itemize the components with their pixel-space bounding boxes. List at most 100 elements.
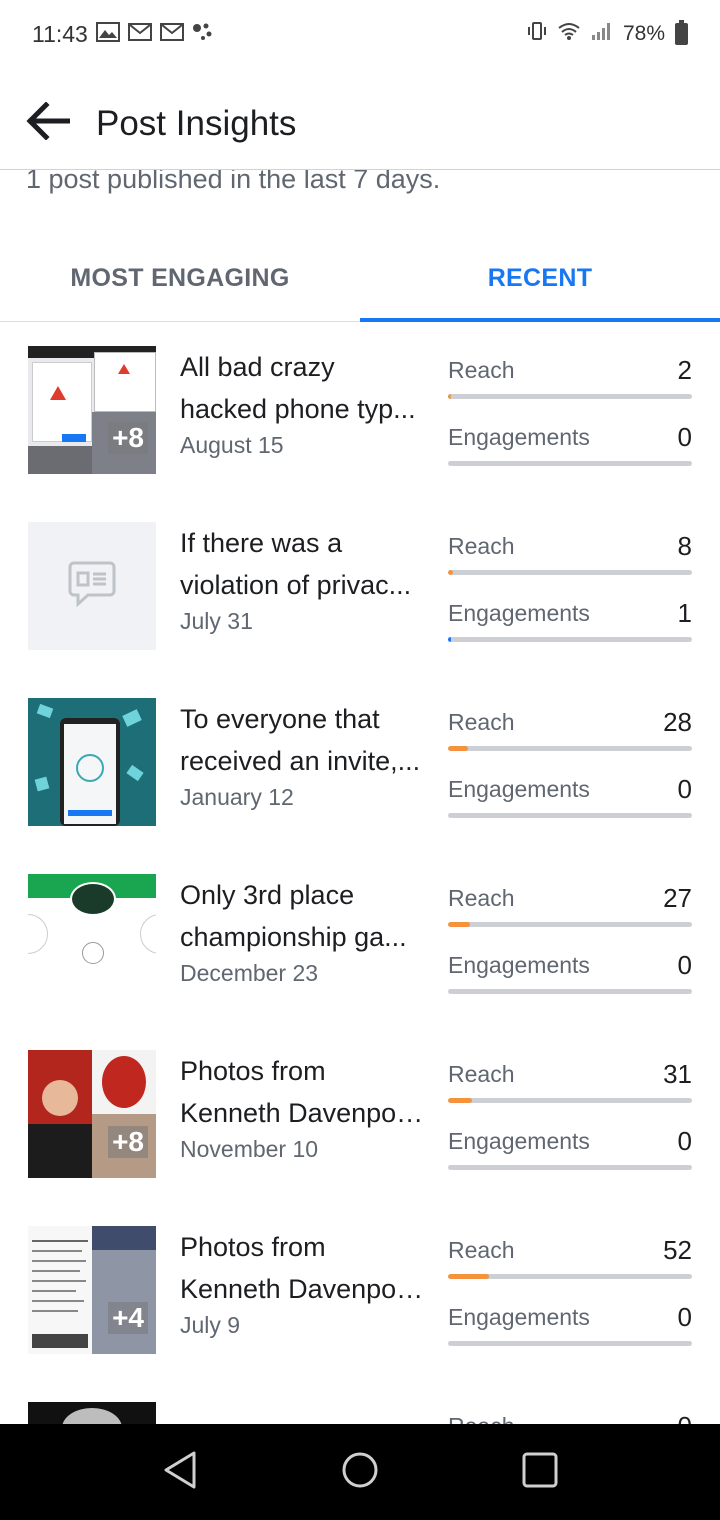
reach-label: Reach (448, 356, 515, 383)
post-date: August 15 (180, 432, 284, 458)
reach-bar (448, 570, 692, 575)
assistant-icon (192, 21, 214, 48)
reach-bar (448, 922, 692, 927)
post-title: Only 3rd place championship ga... (180, 874, 425, 958)
reach-value: 27 (663, 882, 692, 913)
nav-back-button[interactable] (150, 1442, 210, 1502)
reach-bar-fill (448, 1274, 490, 1279)
engagements-bar (448, 989, 692, 994)
more-photos-badge: +8 (108, 422, 148, 454)
post-title: To everyone that received an invite,... (180, 698, 425, 782)
gallery-icon (95, 21, 120, 48)
tab-bar: MOST ENGAGING RECENT (0, 236, 720, 322)
post-thumbnail (28, 698, 156, 826)
engagements-bar (448, 813, 692, 818)
engagements-bar (448, 637, 692, 642)
tab-most-engaging[interactable]: MOST ENGAGING (0, 236, 360, 321)
post-title (180, 1402, 425, 1424)
engagements-label: Engagements (448, 599, 590, 626)
post-title-line: violation of privac... (180, 570, 412, 600)
reach-value: 31 (663, 1058, 692, 1089)
post-row[interactable]: Only 3rd place championship ga... Decemb… (0, 850, 720, 1026)
reach-bar (448, 746, 692, 751)
post-title-line: If there was a (180, 528, 343, 558)
engagements-label: Engagements (448, 951, 590, 978)
post-title-line: Kenneth Davenpor... (180, 1098, 425, 1128)
post-title-line: Photos from (180, 1056, 326, 1086)
post-row[interactable]: +8 All bad crazy hacked phone typ... Aug… (0, 322, 720, 498)
post-thumbnail: +4 (28, 1226, 156, 1354)
engagements-bar (448, 1341, 692, 1346)
more-photos-badge: +4 (108, 1302, 148, 1334)
post-row[interactable]: Reach 0 (0, 1378, 720, 1424)
circle-home-icon (340, 1450, 380, 1495)
wifi-icon (557, 21, 581, 47)
reach-bar (448, 1098, 692, 1103)
post-title-line: All bad crazy (180, 352, 335, 382)
tab-recent[interactable]: RECENT (360, 236, 720, 322)
engagements-label: Engagements (448, 423, 590, 450)
post-metrics: Reach 0 (448, 1406, 692, 1425)
reach-value: 2 (677, 354, 692, 385)
gmail-icon (127, 21, 152, 48)
post-row[interactable]: +4 Photos from Kenneth Davenpor... July … (0, 1202, 720, 1378)
post-thumbnail (28, 1402, 156, 1424)
status-time: 11:43 (32, 20, 88, 47)
post-thumbnail: +8 (28, 346, 156, 474)
vibrate-icon (527, 21, 547, 47)
reach-label: Reach (448, 532, 515, 559)
status-bar: 11:43 78% (0, 0, 720, 68)
reach-bar-fill (448, 922, 470, 927)
engagements-value: 0 (677, 949, 692, 980)
post-title-line: hacked phone typ... (180, 394, 416, 424)
battery-icon (675, 20, 688, 45)
reach-bar (448, 394, 692, 399)
post-metrics: Reach 28 Engagements 0 (448, 702, 692, 836)
engagements-label: Engagements (448, 1303, 590, 1330)
post-row[interactable]: If there was a violation of privac... Ju… (0, 498, 720, 674)
text-post-icon (68, 561, 116, 612)
post-date: July 31 (180, 608, 253, 634)
engagements-value: 0 (677, 1125, 692, 1156)
post-title: All bad crazy hacked phone typ... (180, 346, 425, 430)
reach-value: 0 (678, 1411, 692, 1425)
post-title: If there was a violation of privac... (180, 522, 425, 606)
post-title-line: Photos from (180, 1232, 326, 1262)
post-row[interactable]: To everyone that received an invite,... … (0, 674, 720, 850)
reach-label: Reach (448, 1060, 515, 1087)
engagements-value: 0 (677, 421, 692, 452)
reach-label: Reach (448, 1413, 514, 1425)
post-thumbnail (28, 874, 156, 1002)
reach-label: Reach (448, 708, 515, 735)
engagements-label: Engagements (448, 775, 590, 802)
post-title: Photos from Kenneth Davenpor... (180, 1226, 425, 1310)
post-thumbnail (28, 522, 156, 650)
battery-percent: 78% (622, 22, 665, 45)
nav-home-button[interactable] (330, 1442, 390, 1502)
nav-recents-button[interactable] (510, 1442, 570, 1502)
square-recents-icon (521, 1451, 559, 1494)
post-metrics: Reach 52 Engagements 0 (448, 1230, 692, 1364)
post-title: Photos from Kenneth Davenpor... (180, 1050, 425, 1134)
reach-value: 8 (677, 530, 692, 561)
app-bar: Post Insights (0, 78, 720, 170)
triangle-back-icon (162, 1450, 198, 1495)
reach-bar-fill (448, 570, 453, 575)
post-metrics: Reach 27 Engagements 0 (448, 878, 692, 1012)
post-metrics: Reach 2 Engagements 0 (448, 350, 692, 484)
post-metrics: Reach 31 Engagements 0 (448, 1054, 692, 1188)
engagements-value: 0 (677, 1301, 692, 1332)
reach-bar (448, 1274, 692, 1279)
arrow-left-icon (26, 101, 71, 145)
post-metrics: Reach 8 Engagements 1 (448, 526, 692, 660)
post-row[interactable]: +8 Photos from Kenneth Davenpor... Novem… (0, 1026, 720, 1202)
post-title-line: championship ga... (180, 922, 407, 952)
engagements-value: 0 (677, 773, 692, 804)
reach-label: Reach (448, 1236, 515, 1263)
engagements-bar (448, 461, 692, 466)
engagements-bar-fill (448, 637, 451, 642)
back-button[interactable] (0, 78, 96, 170)
post-title-line: Only 3rd place (180, 880, 355, 910)
signal-icon (591, 21, 613, 47)
reach-label: Reach (448, 884, 515, 911)
